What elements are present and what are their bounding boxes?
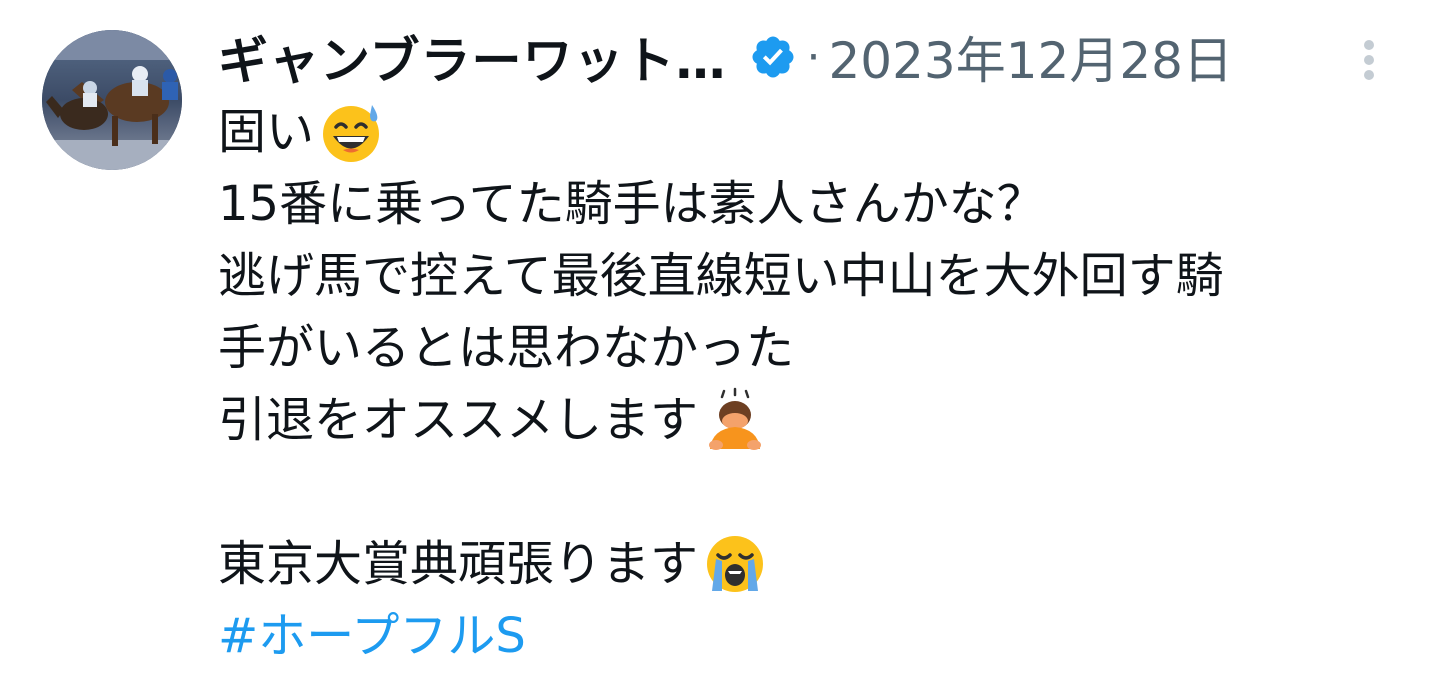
person-bowing-emoji-icon [702, 387, 768, 453]
tweet-line: 固い [218, 96, 1418, 168]
tweet-card: ギャンブラーワット… · 2023年12月28日 固い 15番に乗ってた騎手は素… [0, 0, 1440, 699]
tweet-line-text: 手がいるとは思わなかった [218, 320, 795, 376]
tweet-line-text: 東京大賞典頑張ります [218, 536, 699, 592]
tweet-line: #ホープフルS [218, 600, 1418, 672]
tweet-line: 東京大賞典頑張ります [218, 528, 1418, 600]
meta-separator: · [806, 31, 821, 83]
tweet-line-text: 引退をオススメします [218, 392, 699, 448]
hashtag-link[interactable]: #ホープフルS [218, 600, 526, 672]
verified-badge-icon [749, 33, 797, 81]
author-avatar[interactable] [42, 30, 182, 170]
tweet-timestamp[interactable]: 2023年12月28日 [829, 21, 1234, 93]
author-display-name[interactable]: ギャンブラーワット… [218, 21, 727, 93]
horse-racing-avatar-image [42, 30, 182, 170]
tweet-line: 逃げ馬で控えて最後直線短い中山を大外回す騎 [218, 240, 1418, 312]
tweet-line: 引退をオススメします [218, 384, 1418, 456]
tweet-line-text: 固い [218, 104, 315, 160]
tweet-line-text: 逃げ馬で控えて最後直線短い中山を大外回す騎 [218, 248, 1224, 304]
loudly-crying-emoji-icon [702, 531, 768, 597]
tweet-line: 15番に乗ってた騎手は素人さんかな？ [218, 168, 1418, 240]
more-vertical-icon[interactable] [1355, 38, 1383, 82]
grinning-sweat-emoji-icon [318, 99, 384, 165]
tweet-text: 固い 15番に乗ってた騎手は素人さんかな？ 逃げ馬で控えて最後直線短い中山を大外… [218, 96, 1418, 672]
tweet-header: ギャンブラーワット… · 2023年12月28日 [218, 22, 1233, 92]
tweet-line: 手がいるとは思わなかった [218, 312, 1418, 384]
tweet-line-text: 15番に乗ってた騎手は素人さんかな？ [218, 176, 1045, 232]
